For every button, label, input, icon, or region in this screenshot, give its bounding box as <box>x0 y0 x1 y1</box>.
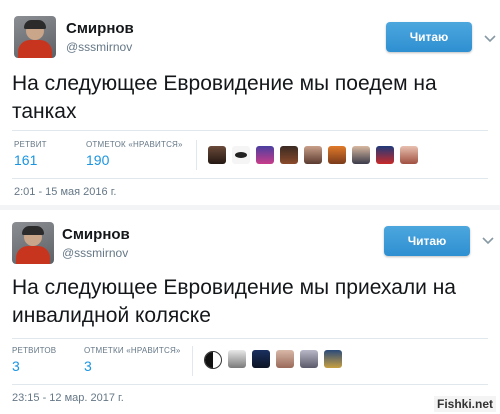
likes-count[interactable]: 3 <box>84 358 92 374</box>
liker-avatar[interactable] <box>400 146 418 164</box>
liker-avatar[interactable] <box>204 351 222 369</box>
stats-separator <box>192 346 193 376</box>
avatar[interactable] <box>14 16 56 58</box>
liker-avatar[interactable] <box>352 146 370 164</box>
retweets-count[interactable]: 161 <box>14 152 37 168</box>
author-handle[interactable]: @sssmirnov <box>66 40 132 54</box>
avatar[interactable] <box>12 222 54 264</box>
author-name[interactable]: Смирнов <box>66 20 134 37</box>
liker-avatar[interactable] <box>256 146 274 164</box>
liker-avatar[interactable] <box>232 146 250 164</box>
follow-button[interactable]: Читаю <box>384 226 470 256</box>
liker-avatar[interactable] <box>376 146 394 164</box>
liker-avatar[interactable] <box>208 146 226 164</box>
watermark: Fishki.net <box>433 396 496 412</box>
divider <box>12 338 488 339</box>
author-handle[interactable]: @sssmirnov <box>62 246 128 260</box>
divider <box>12 130 488 131</box>
retweets-label: РЕТВИТОВ <box>12 346 57 355</box>
likes-label: ОТМЕТОК «НРАВИТСЯ» <box>86 140 183 149</box>
liker-avatar[interactable] <box>324 350 342 368</box>
retweets-count[interactable]: 3 <box>12 358 20 374</box>
author-name[interactable]: Смирнов <box>62 226 130 243</box>
tweet-card: Смирнов @sssmirnov Читаю На следующее Ев… <box>0 210 500 414</box>
follow-button[interactable]: Читаю <box>386 22 472 52</box>
liker-avatar[interactable] <box>304 146 322 164</box>
likes-count[interactable]: 190 <box>86 152 109 168</box>
divider <box>12 178 488 179</box>
chevron-down-icon[interactable] <box>484 34 496 44</box>
liker-avatar[interactable] <box>300 350 318 368</box>
liker-avatar[interactable] <box>280 146 298 164</box>
retweets-label: РЕТВИТ <box>14 140 47 149</box>
stats-separator <box>196 140 197 170</box>
divider <box>12 384 488 385</box>
chevron-down-icon[interactable] <box>482 236 494 246</box>
liker-avatar[interactable] <box>276 350 294 368</box>
liker-avatar[interactable] <box>328 146 346 164</box>
likes-label: ОТМЕТКИ «НРАВИТСЯ» <box>84 346 181 355</box>
tweet-text: На следующее Евровидение мы поедем на та… <box>12 72 437 123</box>
tweet-card: Смирнов @sssmirnov Читаю На следующее Ев… <box>0 0 500 206</box>
tweet-timestamp[interactable]: 2:01 - 15 мая 2016 г. <box>14 186 116 198</box>
tweet-timestamp[interactable]: 23:15 - 12 мар. 2017 г. <box>12 392 124 404</box>
tweet-text: На следующее Евровидение мы приехали на … <box>12 276 456 327</box>
liker-avatar[interactable] <box>252 350 270 368</box>
liker-avatar[interactable] <box>228 350 246 368</box>
